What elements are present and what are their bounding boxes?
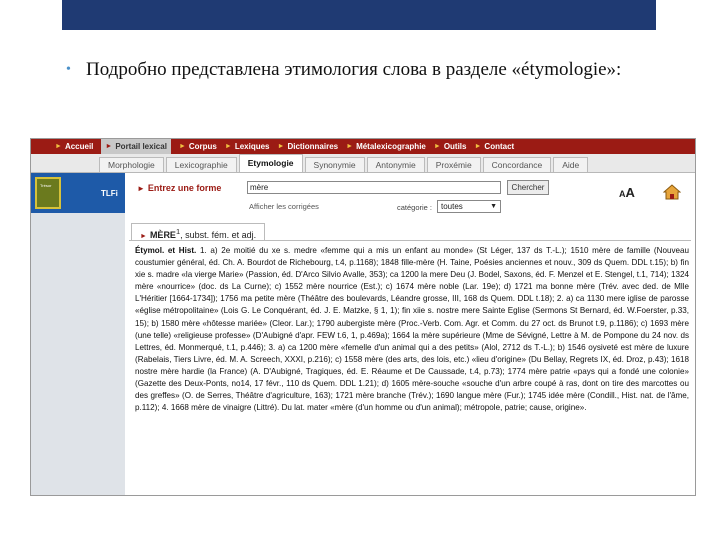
tlfi-screenshot: ► Accueil ► Portail lexical ► Corpus ► Lexiq…	[30, 138, 696, 496]
etymology-body: 1. a) 2e moitié du xe s. medre «femme qu…	[135, 246, 690, 413]
tab-concordance[interactable]: Concordance	[482, 157, 552, 172]
sub-tabs: Morphologie Lexicographie Etymologie Syn…	[31, 154, 695, 173]
tab-aide[interactable]: Aide	[553, 157, 589, 172]
search-arrow-icon: ►	[137, 184, 145, 193]
menu-item-outils[interactable]: ► Outils	[434, 142, 467, 151]
tlfi-logo[interactable]: Trésor TLFi	[31, 173, 125, 213]
tab-proxemie[interactable]: Proxémie	[426, 157, 481, 172]
tab-synonymie[interactable]: Synonymie	[304, 157, 365, 172]
menu-item-contact[interactable]: ► Contact	[474, 142, 514, 151]
entry-arrow-icon: ►	[140, 233, 147, 240]
entry-tab[interactable]: ► MÈRE1, subst. fém. et adj.	[131, 223, 266, 240]
etymology-heading: Étymol. et Hist.	[135, 246, 197, 255]
menu-arrow-icon: ►	[178, 143, 186, 150]
slide-top-band	[62, 0, 656, 30]
menu-arrow-icon: ►	[277, 143, 285, 150]
category-label: catégorie :	[397, 203, 433, 212]
menu-item-portail[interactable]: ► Portail lexical	[101, 139, 171, 154]
category-select[interactable]: toutes ▼	[437, 200, 501, 213]
tab-morphologie[interactable]: Morphologie	[99, 157, 164, 172]
etymology-text: Étymol. et Hist. 1. a) 2e moitié du xe s…	[135, 245, 689, 414]
menu-arrow-icon: ►	[224, 143, 232, 150]
menu-arrow-icon: ►	[346, 143, 354, 150]
bullet-icon: •	[66, 62, 71, 77]
tab-etymologie[interactable]: Etymologie	[238, 154, 303, 172]
main-menu: ► Accueil ► Portail lexical ► Corpus ► Lexiq…	[31, 139, 695, 154]
menu-item-metalexicographie[interactable]: ► Métalexicographie	[346, 142, 426, 151]
chevron-down-icon: ▼	[490, 203, 497, 210]
menu-item-lexiques[interactable]: ► Lexiques	[225, 142, 270, 151]
bullet-text: Подробно представлена этимология слова в…	[86, 59, 622, 80]
tab-antonymie[interactable]: Antonymie	[366, 157, 425, 172]
menu-arrow-icon: ►	[105, 143, 113, 150]
book-icon: Trésor	[35, 177, 61, 209]
menu-item-corpus[interactable]: ► Corpus	[179, 142, 217, 151]
menu-item-accueil[interactable]: ► Accueil	[55, 142, 93, 151]
side-panel	[31, 213, 125, 495]
home-icon[interactable]	[663, 184, 681, 200]
slide-bullet: • Подробно представлена этимология слова…	[66, 57, 666, 83]
search-button[interactable]: Chercher	[507, 180, 549, 195]
logo-text: TLFi	[101, 188, 118, 198]
menu-arrow-icon: ►	[474, 143, 482, 150]
search-label: ► Entrez une forme	[137, 183, 222, 193]
search-input[interactable]	[247, 181, 501, 194]
menu-arrow-icon: ►	[433, 143, 441, 150]
search-area: ►Entrez une forme Chercher Afficher les …	[129, 177, 689, 217]
font-increase-icon[interactable]: A	[626, 185, 635, 200]
font-size-controls[interactable]: AA	[619, 185, 635, 200]
entry-divider	[129, 240, 691, 241]
tab-lexicographie[interactable]: Lexicographie	[165, 157, 237, 172]
fix-link[interactable]: Afficher les corrigées	[249, 202, 319, 211]
menu-item-dictionnaires[interactable]: ► Dictionnaires	[278, 142, 339, 151]
menu-arrow-icon: ►	[55, 143, 62, 150]
